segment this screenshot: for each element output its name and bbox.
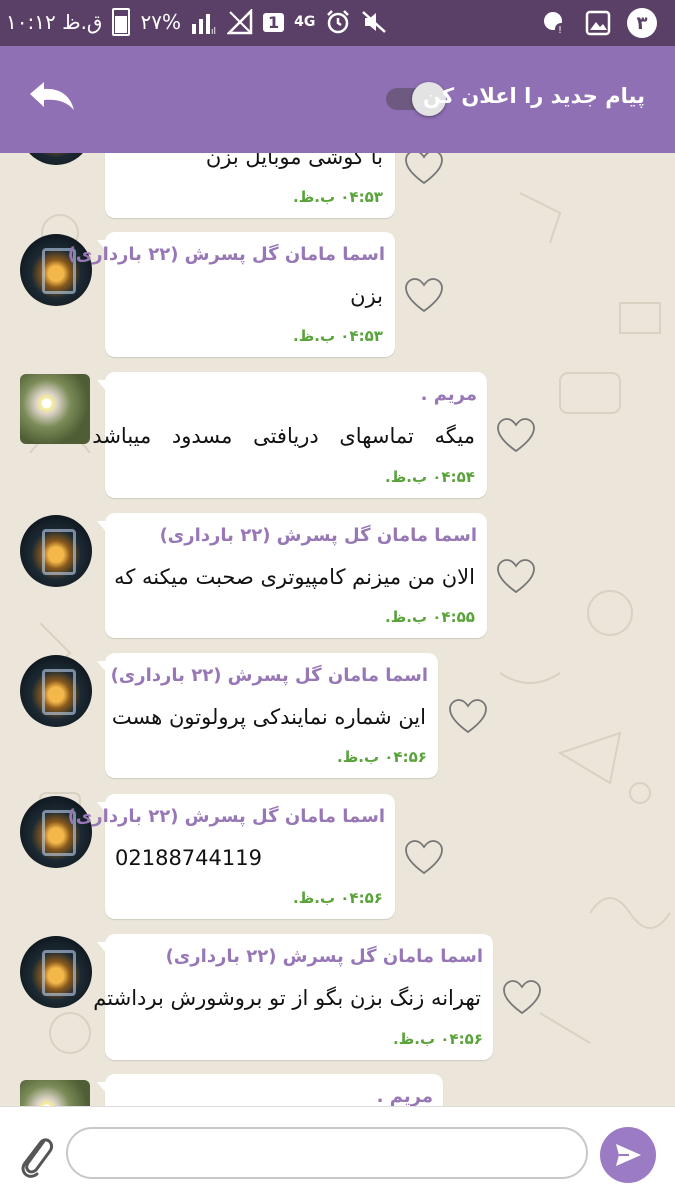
message-text: بزن [350,284,383,308]
message-input[interactable] [66,1127,588,1179]
avatar[interactable] [20,515,92,587]
svg-text:!: ! [558,25,562,36]
mute-icon [362,11,387,33]
message-text: با گوشی موبایل بزن [205,153,383,169]
message-bubble[interactable]: اسما مامان گل پسرش (۲۲ بارداری) الان من … [97,513,487,638]
avatar[interactable] [20,936,92,1008]
network-type: 4G [294,14,316,30]
battery-level: ۲۷% [140,10,181,34]
heart-icon[interactable] [496,417,536,453]
message-bubble[interactable]: مریم . میگه تماسهای دریافتی مسدود میباشد… [92,372,487,498]
avatar[interactable] [20,374,90,444]
heart-icon[interactable] [404,839,444,875]
message-sender[interactable]: اسما مامان گل پسرش (۲۲ بارداری) [68,806,385,827]
message-bubble[interactable]: اسما مامان گل پسرش (۲۲ بارداری) 02188744… [68,794,395,919]
message-time: ۰۴:۵۶ ب.ظ. [393,1030,483,1048]
status-time: ۱۰:۱۲ ق.ظ [6,10,103,34]
battery-icon [112,8,131,36]
message-text: 02188744119 [115,846,262,870]
heart-icon[interactable] [404,277,444,313]
message-time: ۰۴:۵۵ ب.ظ. [385,608,475,626]
message-bubble[interactable]: اسما مامان گل پسرش (۲۲ بارداری) تهرانه ز… [93,934,493,1060]
message-sender[interactable]: اسما مامان گل پسرش (۲۲ بارداری) [111,665,428,686]
back-arrow-icon[interactable] [26,76,78,120]
message-time: ۰۴:۵۶ ب.ظ. [293,889,383,907]
status-bar: ۱۰:۱۲ ق.ظ ۲۷% ıl 1 4G ! ۳ [0,0,675,46]
no-signal-icon [226,9,253,35]
signal-icon: ıl [191,14,216,34]
message-sender[interactable]: مریم . [421,384,477,405]
message-bubble[interactable]: مریم . [97,1074,443,1106]
sim-icon: 1 [262,12,285,32]
message-text: این شماره نمایندکی پرولوتون هست [111,705,426,729]
message-text: تهرانه زنگ بزن بگو از تو بروشورش برداشتم [93,986,481,1010]
message-time: ۰۴:۵۳ ب.ظ. [293,188,383,206]
send-button[interactable] [600,1127,656,1183]
message-time: ۰۴:۵۳ ب.ظ. [293,327,383,345]
message-sender[interactable]: اسما مامان گل پسرش (۲۲ بارداری) [68,244,385,265]
chat-area[interactable]: با گوشی موبایل بزن ۰۴:۵۳ ب.ظ. اسما مامان… [0,153,675,1106]
avatar[interactable] [20,1080,90,1106]
gallery-icon [585,10,611,36]
message-bubble[interactable]: اسما مامان گل پسرش (۲۲ بارداری) بزن ۰۴:۵… [68,232,395,357]
send-icon [616,1144,641,1166]
message-time: ۰۴:۵۴ ب.ظ. [385,468,475,486]
notify-label: پیام جدید را اعلان کن [422,84,645,108]
message-text: میگه تماسهای دریافتی مسدود میباشد [92,424,475,448]
heart-icon[interactable] [404,153,444,185]
heart-icon[interactable] [496,558,536,594]
heart-icon[interactable] [448,698,488,734]
notification-badge: ۳ [627,8,657,38]
message-bubble[interactable]: با گوشی موبایل بزن ۰۴:۵۳ ب.ظ. [105,153,395,218]
heart-icon[interactable] [502,979,542,1015]
composer-bar [0,1106,675,1201]
message-time: ۰۴:۵۶ ب.ظ. [337,748,427,766]
message-bubble[interactable]: اسما مامان گل پسرش (۲۲ بارداری) این شمار… [97,653,438,778]
message-sender[interactable]: اسما مامان گل پسرش (۲۲ بارداری) [166,946,483,967]
settings-alert-icon: ! [544,12,567,36]
svg-text:ıl: ıl [211,27,216,34]
message-sender[interactable]: اسما مامان گل پسرش (۲۲ بارداری) [160,525,477,546]
avatar[interactable] [20,655,92,727]
message-text: الان من میزنم کامپیوتری صحبت میکنه که [114,565,475,589]
message-sender[interactable]: مریم . [377,1086,433,1106]
attach-icon[interactable] [16,1129,56,1181]
app-bar: پیام جدید را اعلان کن [0,46,675,153]
alarm-icon [327,10,350,34]
